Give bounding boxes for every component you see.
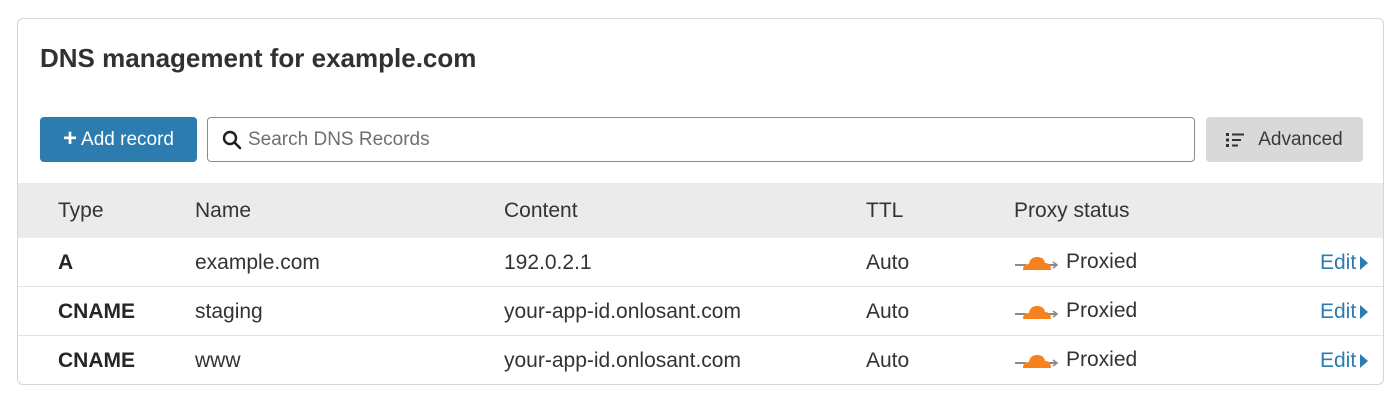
edit-label: Edit: [1320, 251, 1357, 274]
table-row[interactable]: CNAME staging your-app-id.onlosant.com A…: [18, 287, 1383, 336]
record-ttl: Auto: [866, 251, 910, 274]
edit-link[interactable]: Edit: [1320, 349, 1369, 373]
edit-label: Edit: [1320, 300, 1357, 323]
add-record-button[interactable]: + Add record: [40, 117, 197, 162]
page-title-domain: example.com: [311, 43, 477, 73]
proxy-status: Proxied: [1014, 250, 1137, 274]
caret-right-icon: [1360, 256, 1369, 270]
search-icon: [222, 130, 242, 149]
cloud-icon: [1015, 355, 1058, 368]
record-name: staging: [195, 300, 263, 323]
page-title-prefix: DNS management for: [40, 43, 305, 73]
add-record-label: Add record: [81, 128, 174, 150]
proxy-status: Proxied: [1014, 348, 1137, 372]
proxy-status-label: Proxied: [1066, 250, 1138, 273]
column-header-content[interactable]: Content: [504, 199, 578, 223]
record-content: your-app-id.onlosant.com: [504, 300, 741, 323]
search-box[interactable]: [207, 117, 1195, 162]
record-ttl: Auto: [866, 300, 910, 323]
cloud-icon: [1015, 306, 1058, 319]
column-header-name[interactable]: Name: [195, 199, 251, 223]
dns-management-card: DNS management for example.com + Add rec…: [17, 18, 1384, 385]
cloud-icon: [1015, 257, 1058, 270]
record-type: CNAME: [58, 300, 135, 323]
column-header-ttl[interactable]: TTL: [866, 199, 903, 223]
record-ttl: Auto: [866, 349, 910, 372]
record-type: CNAME: [58, 349, 135, 372]
record-type: A: [58, 251, 74, 274]
toolbar: + Add record Advanced: [40, 117, 1363, 163]
proxy-status: Proxied: [1014, 299, 1137, 323]
advanced-button[interactable]: Advanced: [1206, 117, 1363, 162]
record-name: example.com: [195, 251, 320, 274]
table-row[interactable]: A example.com 192.0.2.1 Auto Proxied Edi…: [18, 238, 1383, 287]
proxy-status-label: Proxied: [1066, 348, 1138, 371]
record-content: 192.0.2.1: [504, 251, 592, 274]
edit-label: Edit: [1320, 349, 1357, 372]
caret-right-icon: [1360, 354, 1369, 368]
record-name: www: [195, 349, 241, 372]
record-content: your-app-id.onlosant.com: [504, 349, 741, 372]
edit-link[interactable]: Edit: [1320, 300, 1369, 324]
caret-right-icon: [1360, 305, 1369, 319]
table-row[interactable]: CNAME www your-app-id.onlosant.com Auto …: [18, 336, 1383, 384]
proxy-status-label: Proxied: [1066, 299, 1138, 322]
edit-link[interactable]: Edit: [1320, 251, 1369, 275]
advanced-label: Advanced: [1258, 128, 1343, 150]
filter-list-icon: [1226, 132, 1245, 147]
table-header: Type Name Content TTL Proxy status: [18, 183, 1383, 238]
column-header-type[interactable]: Type: [58, 199, 104, 223]
search-input[interactable]: [248, 128, 1194, 151]
plus-icon: +: [63, 124, 78, 152]
page-title: DNS management for example.com: [40, 43, 476, 74]
column-header-proxy-status[interactable]: Proxy status: [1014, 199, 1130, 223]
